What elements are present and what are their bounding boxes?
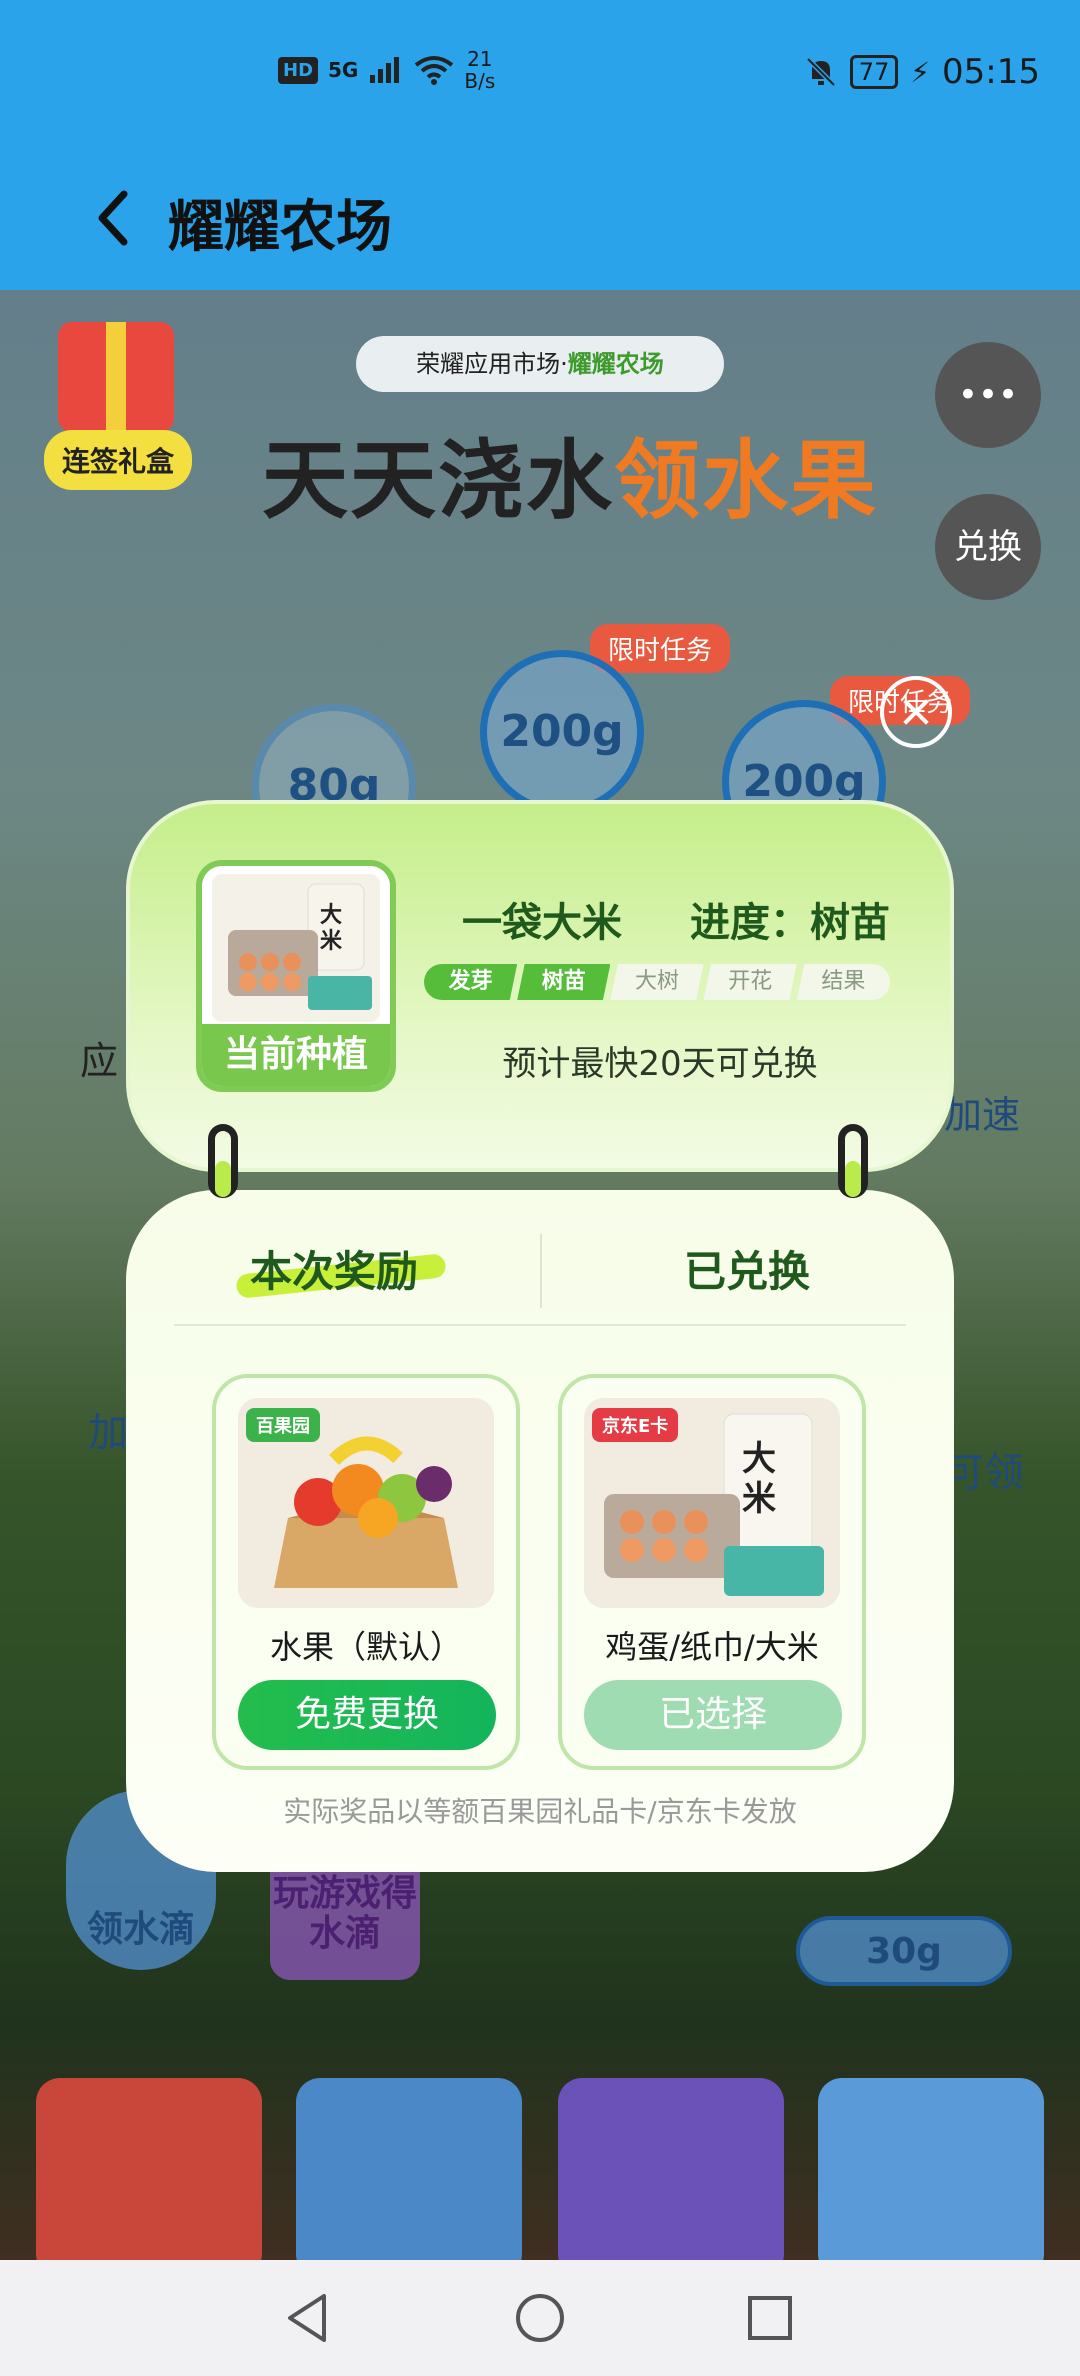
scene-title: 天天浇水领水果 xyxy=(262,431,878,531)
clock: 05:15 xyxy=(942,52,1040,92)
game-tile[interactable] xyxy=(296,2078,522,2260)
prize-card-eggs-rice[interactable]: 大 米 京东E卡 鸡蛋/纸巾/大米 已选择 xyxy=(558,1374,866,1770)
growth-stages: 发芽 树苗 大树 开花 结果 xyxy=(424,964,891,1000)
status-left: HD 5G 21 B/s xyxy=(278,48,495,92)
nav-recents-icon[interactable] xyxy=(742,2290,798,2346)
gift-box-icon[interactable] xyxy=(58,322,174,432)
app-bar: 耀耀农场 xyxy=(0,150,1080,290)
estimate-text: 预计最快20天可兑换 xyxy=(502,1044,818,1084)
current-plant-image: 大 米 当前种植 xyxy=(196,860,396,1092)
svg-text:大: 大 xyxy=(742,1439,776,1479)
svg-text:大: 大 xyxy=(320,903,342,928)
nav-home-icon[interactable] xyxy=(512,2290,568,2346)
game-tile[interactable] xyxy=(818,2078,1044,2260)
current-plant-label: 当前种植 xyxy=(202,1024,390,1086)
reward-card: 本次奖励 已兑换 百果园 水果（默认） 免费更换 大 米 京东E卡 鸡蛋/纸巾/… xyxy=(126,1190,954,1872)
stage-item: 开花 xyxy=(703,964,797,1000)
prize-badge: 京东E卡 xyxy=(592,1408,679,1442)
stage-item: 发芽 xyxy=(424,964,518,1000)
binder-ring xyxy=(838,1124,868,1198)
divider xyxy=(174,1324,906,1326)
prize-name: 鸡蛋/纸巾/大米 xyxy=(605,1628,819,1666)
current-plant-card: 大 米 当前种植 一袋大米 进度：树苗 发芽 树苗 大树 开花 结果 预计最快2… xyxy=(126,800,954,1172)
stage-item: 大树 xyxy=(610,964,704,1000)
more-button[interactable]: ••• xyxy=(935,342,1041,448)
rice-eggs-image: 大 米 xyxy=(212,874,380,1022)
status-bar: HD 5G 21 B/s 77 ⚡ 05:15 xyxy=(0,0,1080,150)
tab-exchanged[interactable]: 已兑换 xyxy=(684,1238,810,1299)
prize-card-fruit[interactable]: 百果园 水果（默认） 免费更换 xyxy=(212,1374,520,1770)
binder-ring xyxy=(208,1124,238,1198)
exchange-button[interactable]: 兑换 xyxy=(935,494,1041,600)
charging-icon: ⚡ xyxy=(910,55,931,89)
free-change-button[interactable]: 免费更换 xyxy=(238,1680,496,1750)
gift-label[interactable]: 连签礼盒 xyxy=(44,430,193,490)
page-title: 耀耀农场 xyxy=(168,195,392,260)
game-tile[interactable] xyxy=(36,2078,262,2260)
svg-text:米: 米 xyxy=(320,929,343,954)
svg-text:米: 米 xyxy=(742,1479,776,1519)
back-arrow-icon[interactable] xyxy=(84,172,144,262)
close-icon[interactable] xyxy=(880,676,952,748)
tab-divider xyxy=(540,1234,542,1308)
bell-muted-icon xyxy=(806,57,836,87)
stage-item: 树苗 xyxy=(517,964,611,1000)
market-banner: 荣耀应用市场·耀耀农场 xyxy=(356,336,724,392)
prize-badge: 百果园 xyxy=(246,1408,320,1442)
crop-name: 一袋大米 xyxy=(462,900,622,946)
tab-current-reward[interactable]: 本次奖励 xyxy=(250,1238,418,1299)
side-label: 加 xyxy=(88,1410,128,1456)
prize-name: 水果（默认） xyxy=(269,1628,462,1666)
side-label: 应 xyxy=(80,1039,119,1083)
wifi-icon xyxy=(415,56,454,85)
prize-footnote: 实际奖品以等额百果园礼品卡/京东卡发放 xyxy=(283,1795,797,1828)
water-bubble[interactable]: 200g xyxy=(480,650,644,814)
signal-icon xyxy=(370,57,400,83)
eggs-rice-illustration: 大 米 xyxy=(228,883,372,1010)
side-label: 可领 xyxy=(944,1450,1024,1496)
water-30g-button[interactable]: 30g xyxy=(796,1916,1012,1986)
network-type: 5G xyxy=(328,58,359,82)
network-speed: 21 B/s xyxy=(464,47,496,93)
side-label: 加速 xyxy=(944,1093,1021,1137)
eggs-rice-image: 大 米 京东E卡 xyxy=(584,1398,840,1608)
system-nav-bar xyxy=(0,2260,1080,2376)
status-right: 77 ⚡ 05:15 xyxy=(804,52,1040,92)
game-tile[interactable] xyxy=(558,2078,784,2260)
progress-label: 进度：树苗 xyxy=(690,900,890,946)
stage-item: 结果 xyxy=(796,964,891,1000)
nav-back-icon[interactable] xyxy=(280,2290,336,2346)
hd-icon: HD xyxy=(278,56,319,84)
fruit-box-image: 百果园 xyxy=(238,1398,494,1608)
battery-icon: 77 xyxy=(849,55,899,89)
selected-button[interactable]: 已选择 xyxy=(584,1680,842,1750)
